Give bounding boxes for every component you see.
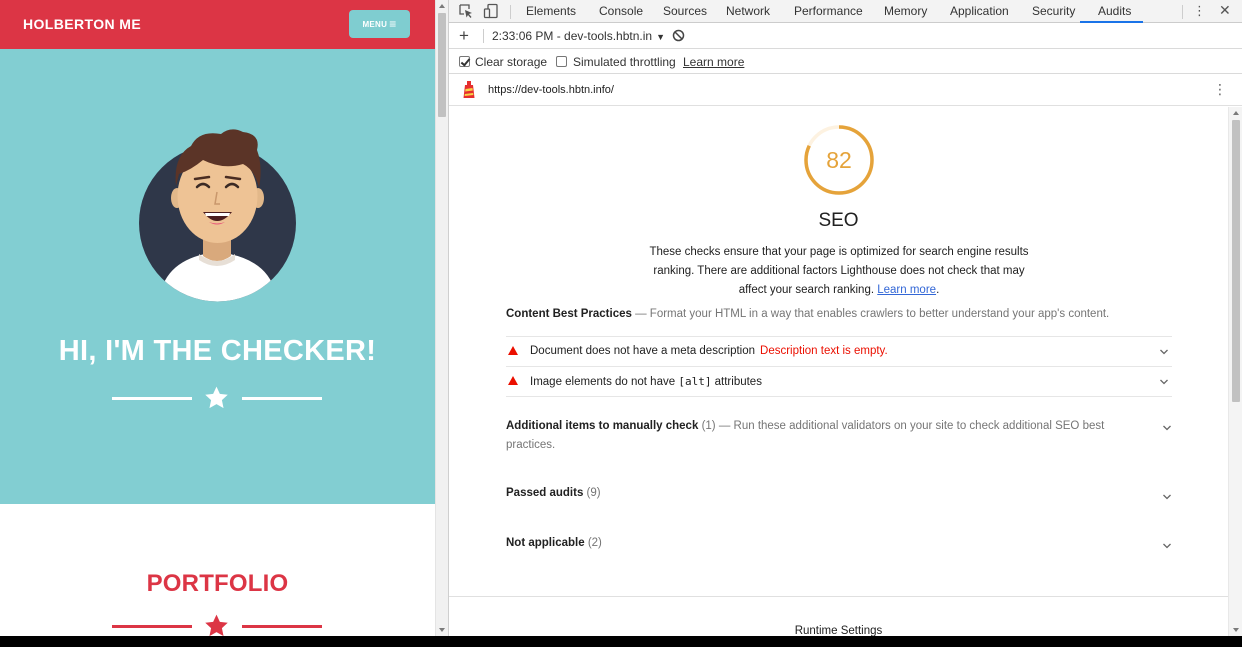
divider	[506, 396, 1172, 397]
devtools-tabbar: Elements Console Sources Network Perform…	[449, 0, 1242, 23]
chevron-down-icon[interactable]	[1162, 423, 1172, 433]
screen-bottom-band	[0, 636, 1242, 647]
scroll-down-arrow-icon[interactable]	[439, 628, 445, 632]
chevron-down-icon[interactable]	[1162, 541, 1172, 551]
runtime-settings-heading[interactable]: Runtime Settings	[449, 625, 1228, 636]
scroll-up-arrow-icon[interactable]	[439, 4, 445, 8]
lighthouse-logo-icon	[463, 81, 475, 98]
throttling-learn-more-link[interactable]: Learn more	[683, 55, 744, 69]
clear-storage-label: Clear storage	[475, 55, 548, 69]
close-devtools-icon[interactable]: ✕	[1219, 2, 1231, 19]
fail-triangle-icon	[508, 376, 518, 385]
toolbar-separator	[483, 29, 484, 43]
scrollbar-thumb[interactable]	[438, 13, 446, 117]
manual-check-group[interactable]: Additional items to manually check (1) —…	[506, 417, 1126, 455]
hero-divider	[112, 385, 322, 411]
category-description-text: These checks ensure that your page is op…	[649, 246, 1029, 296]
tab-elements[interactable]: Elements	[526, 4, 576, 18]
scroll-down-arrow-icon[interactable]	[1233, 628, 1239, 632]
inspect-element-icon[interactable]	[458, 3, 474, 19]
site-navbar: HOLBERTON ME MENU ≡	[0, 0, 435, 49]
passed-audits-group[interactable]: Passed audits (9)	[506, 487, 1172, 499]
star-icon	[205, 614, 228, 636]
audit-error-text: Description text is empty.	[760, 345, 888, 357]
dropdown-caret-icon: ▼	[656, 32, 666, 42]
audit-options-bar: Clear storage Simulated throttling Learn…	[449, 50, 1242, 74]
clear-storage-checkbox[interactable]	[459, 56, 470, 67]
page-scrollbar[interactable]	[435, 0, 448, 636]
group-count: (2)	[587, 537, 602, 549]
seo-learn-more-link[interactable]: Learn more	[877, 284, 936, 296]
divider	[449, 596, 1228, 597]
simulated-throttling-label: Simulated throttling	[573, 55, 676, 69]
audit-title-post: attributes	[711, 376, 762, 388]
tab-network[interactable]: Network	[726, 4, 770, 18]
portfolio-divider	[112, 613, 322, 636]
audit-run-select[interactable]: 2:33:06 PM - dev-tools.hbtn.in ▼	[492, 29, 665, 43]
portfolio-title: PORTFOLIO	[146, 570, 289, 597]
clear-all-icon[interactable]	[672, 29, 685, 42]
group-title: Content Best Practices	[506, 308, 632, 320]
category-title: SEO	[818, 210, 859, 231]
group-title: Not applicable	[506, 537, 585, 549]
device-toolbar-icon[interactable]	[483, 3, 499, 19]
tab-console[interactable]: Console	[599, 4, 643, 18]
group-count: (1)	[701, 420, 716, 432]
audit-meta-description[interactable]: Document does not have a meta descriptio…	[506, 337, 1172, 366]
category-description: These checks ensure that your page is op…	[649, 246, 1029, 296]
chevron-down-icon[interactable]	[1162, 492, 1172, 502]
new-audit-plus-icon[interactable]: +	[459, 26, 469, 46]
content-best-practices-header: Content Best Practices — Format your HTM…	[506, 308, 1110, 320]
hamburger-icon: ≡	[389, 17, 397, 31]
chevron-down-icon[interactable]	[1159, 347, 1169, 357]
active-tab-indicator	[1080, 21, 1143, 23]
audit-image-alt[interactable]: Image elements do not have [alt] attribu…	[506, 367, 1172, 396]
menu-button[interactable]: MENU ≡	[349, 10, 410, 38]
site-brand[interactable]: HOLBERTON ME	[23, 16, 141, 32]
avatar	[139, 129, 296, 302]
group-description: Format your HTML in a way that enables c…	[649, 308, 1110, 320]
group-title: Passed audits	[506, 487, 584, 499]
hero-title: HI, I'M THE CHECKER!	[58, 335, 377, 367]
devtools-panel: Elements Console Sources Network Perform…	[448, 0, 1242, 636]
group-title: Additional items to manually check	[506, 420, 699, 432]
audit-run-select-value: 2:33:06 PM - dev-tools.hbtn.in	[492, 29, 653, 43]
report-url: https://dev-tools.hbtn.info/	[488, 84, 614, 96]
star-icon	[205, 386, 228, 409]
audit-code: [alt]	[678, 375, 712, 388]
simulated-throttling-checkbox[interactable]	[556, 56, 567, 67]
group-count: (9)	[586, 487, 601, 499]
report-url-bar: https://dev-tools.hbtn.info/ ⋮	[449, 75, 1242, 106]
divider-line-right	[242, 625, 322, 628]
audit-title: Document does not have a meta descriptio…	[530, 345, 756, 357]
devtools-menu-icon[interactable]: ⋮	[1193, 3, 1206, 19]
tab-sources[interactable]: Sources	[663, 4, 707, 18]
score-value: 82	[826, 147, 852, 173]
scrollbar-thumb[interactable]	[1232, 120, 1240, 402]
audits-toolbar: + 2:33:06 PM - dev-tools.hbtn.in ▼	[449, 24, 1242, 49]
tab-security[interactable]: Security	[1032, 4, 1075, 18]
lighthouse-report: 82 SEO These checks ensure that your pag…	[449, 107, 1228, 636]
report-scrollbar[interactable]	[1228, 107, 1242, 636]
website-viewport: HOLBERTON ME MENU ≡ HI, I'M THE CHECKER!…	[0, 0, 435, 636]
toolbar-separator	[510, 5, 511, 19]
tab-performance[interactable]: Performance	[794, 4, 863, 18]
scroll-up-arrow-icon[interactable]	[1233, 111, 1239, 115]
tab-application[interactable]: Application	[950, 4, 1009, 18]
fail-triangle-icon	[508, 346, 518, 355]
not-applicable-group[interactable]: Not applicable (2)	[506, 537, 1172, 549]
divider-line-right	[242, 397, 322, 400]
toolbar-separator	[1182, 5, 1183, 19]
menu-label: MENU	[362, 19, 388, 29]
divider-line-left	[112, 397, 192, 400]
chevron-down-icon[interactable]	[1159, 377, 1169, 387]
report-menu-icon[interactable]: ⋮	[1213, 81, 1227, 98]
tab-memory[interactable]: Memory	[884, 4, 927, 18]
tab-audits[interactable]: Audits	[1098, 4, 1131, 18]
audit-title-pre: Image elements do not have	[530, 376, 679, 388]
divider-line-left	[112, 625, 192, 628]
hero-section: HI, I'M THE CHECKER!	[0, 49, 435, 504]
